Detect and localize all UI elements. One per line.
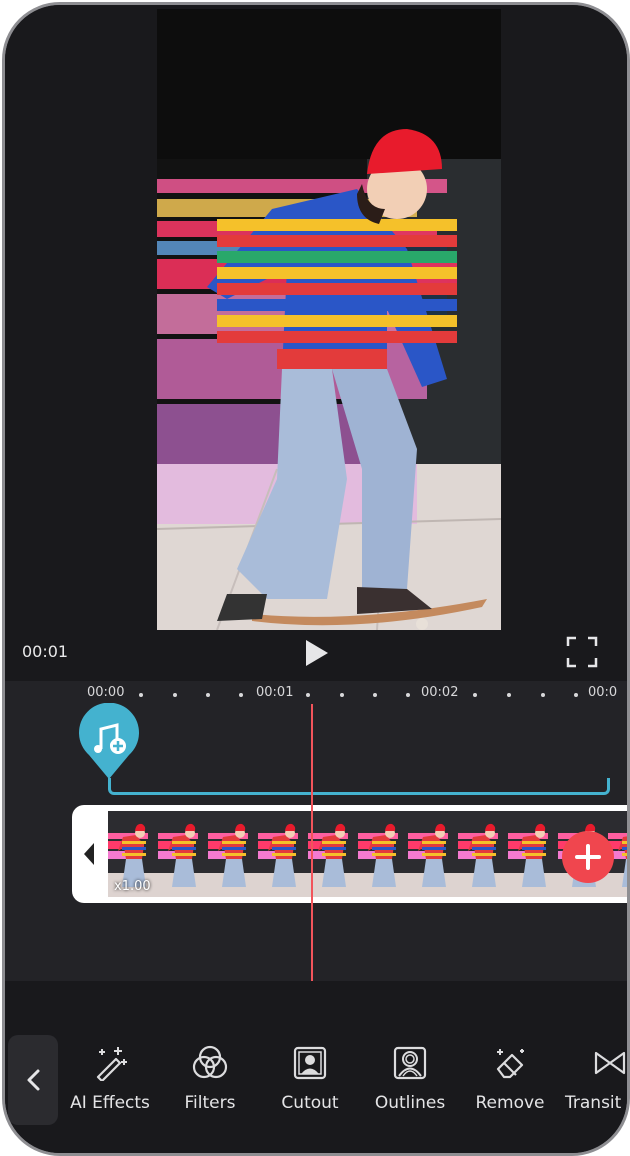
transition-icon — [594, 1051, 626, 1075]
video-preview-area: 00:01 — [5, 5, 627, 681]
ruler-tick — [206, 693, 210, 697]
eraser-icon — [496, 1049, 524, 1079]
tool-label: Filters — [184, 1093, 236, 1113]
clip-thumbnails — [108, 811, 627, 897]
add-music-button[interactable] — [77, 702, 141, 781]
fullscreen-icon — [566, 636, 598, 668]
ruler-tick — [373, 693, 377, 697]
ruler-label: 00:00 — [87, 685, 125, 700]
fullscreen-button[interactable] — [565, 635, 599, 669]
tool-label: AI Effects — [70, 1093, 150, 1113]
audio-track-range[interactable] — [108, 778, 610, 795]
outlines-icon — [393, 1046, 427, 1080]
thumbnail-strip — [108, 811, 627, 897]
chevron-left-icon — [27, 1069, 40, 1091]
ruler-label: 00:0 — [588, 685, 618, 700]
filters-icon — [192, 1045, 228, 1079]
play-button[interactable] — [297, 635, 333, 671]
cutout-icon — [293, 1046, 327, 1080]
play-icon — [306, 640, 328, 666]
current-time-label: 00:01 — [22, 642, 69, 661]
ruler-tick — [574, 693, 578, 697]
clip-speed-label: x1.00 — [114, 879, 151, 894]
ruler-tick — [507, 693, 511, 697]
tool-label: Remove — [475, 1093, 545, 1113]
ruler-tick — [473, 693, 477, 697]
ruler-tick — [139, 693, 143, 697]
chevron-left-icon — [84, 843, 94, 865]
add-clip-button[interactable] — [562, 831, 614, 883]
ruler-tick — [306, 693, 310, 697]
ruler-tick — [173, 693, 177, 697]
tool-label: Outlines — [374, 1093, 446, 1113]
back-button[interactable] — [8, 1035, 58, 1125]
playhead[interactable] — [311, 704, 313, 981]
video-clip-track[interactable]: x1.00 — [72, 805, 627, 903]
timeline-panel[interactable]: 00:00 00:01 00:02 00:0 x1.00 — [5, 681, 627, 1021]
ruler-tick — [340, 693, 344, 697]
tool-bar: AI Effects Filters Cutout Outlines Remov… — [5, 981, 627, 1153]
tool-label: Transit — [565, 1093, 622, 1113]
video-preview[interactable] — [157, 9, 501, 630]
phone-frame: 00:01 00:00 00:01 00:02 00:0 x1.00 AI Ef… — [2, 2, 630, 1156]
music-add-icon — [79, 702, 139, 779]
ruler-label: 00:02 — [421, 685, 459, 700]
plus-icon — [575, 844, 601, 870]
magic-wand-icon — [96, 1047, 127, 1081]
clip-trim-handle[interactable] — [72, 805, 108, 903]
ruler-label: 00:01 — [256, 685, 294, 700]
ruler-tick — [406, 693, 410, 697]
tool-label: Cutout — [281, 1093, 339, 1113]
ruler-tick — [541, 693, 545, 697]
ruler-tick — [239, 693, 243, 697]
video-frame-image — [157, 9, 501, 630]
